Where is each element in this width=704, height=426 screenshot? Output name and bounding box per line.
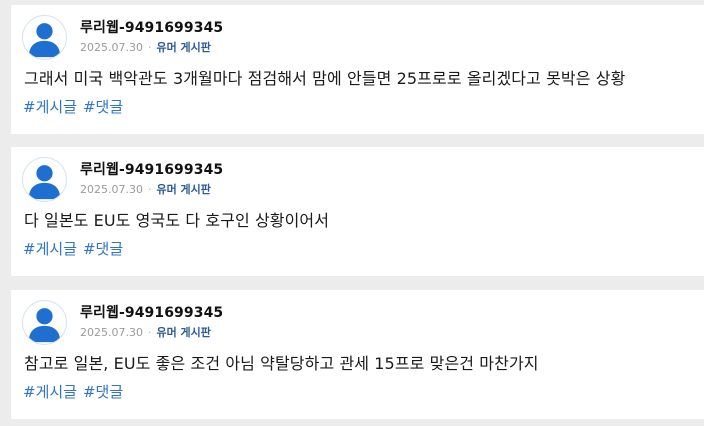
separator-dot-icon: · — [147, 326, 152, 339]
tag-list: #게시글 #댓글 — [23, 381, 129, 402]
board-link[interactable]: 유머 게시판 — [156, 326, 210, 339]
separator-dot-icon: · — [147, 183, 152, 196]
post-meta: 2025.07.30 · 유머 게시판 — [80, 181, 211, 197]
tag-list: #게시글 #댓글 — [23, 96, 129, 117]
tag-post[interactable]: #게시글 — [23, 383, 77, 401]
comment-feed: 루리웹-9491699345 2025.07.30 · 유머 게시판 그래서 미국 … — [0, 0, 704, 426]
board-link[interactable]: 유머 게시판 — [156, 41, 210, 54]
author-name[interactable]: 루리웹-9491699345 — [80, 17, 223, 37]
post-date: 2025.07.30 — [80, 183, 143, 196]
comment-card: 루리웹-9491699345 2025.07.30 · 유머 게시판 다 일본도 E… — [11, 147, 704, 276]
separator-dot-icon: · — [147, 41, 152, 54]
post-date: 2025.07.30 — [80, 326, 143, 339]
comment-text: 다 일본도 EU도 영국도 다 호구인 상황이어서 — [24, 211, 330, 230]
tag-list: #게시글 #댓글 — [23, 238, 129, 259]
tag-comment[interactable]: #댓글 — [83, 98, 123, 116]
comment-text: 참고로 일본, EU도 좋은 조건 아님 약탈당하고 관세 15프로 맞은건 마… — [24, 354, 539, 373]
post-date: 2025.07.30 — [80, 41, 143, 54]
tag-comment[interactable]: #댓글 — [83, 240, 123, 258]
tag-post[interactable]: #게시글 — [23, 240, 77, 258]
avatar-user-icon[interactable] — [22, 157, 67, 202]
post-meta: 2025.07.30 · 유머 게시판 — [80, 39, 211, 55]
tag-post[interactable]: #게시글 — [23, 98, 77, 116]
author-name[interactable]: 루리웹-9491699345 — [80, 159, 223, 179]
comment-card: 루리웹-9491699345 2025.07.30 · 유머 게시판 참고로 일본,… — [11, 290, 704, 419]
author-name[interactable]: 루리웹-9491699345 — [80, 302, 223, 322]
avatar-user-icon[interactable] — [22, 300, 67, 345]
comment-text: 그래서 미국 백악관도 3개월마다 점검해서 맘에 안들면 25프로로 올리겠다… — [24, 69, 626, 88]
tag-comment[interactable]: #댓글 — [83, 383, 123, 401]
post-meta: 2025.07.30 · 유머 게시판 — [80, 324, 211, 340]
board-link[interactable]: 유머 게시판 — [156, 183, 210, 196]
comment-card: 루리웹-9491699345 2025.07.30 · 유머 게시판 그래서 미국 … — [11, 5, 704, 134]
avatar-user-icon[interactable] — [22, 15, 67, 60]
